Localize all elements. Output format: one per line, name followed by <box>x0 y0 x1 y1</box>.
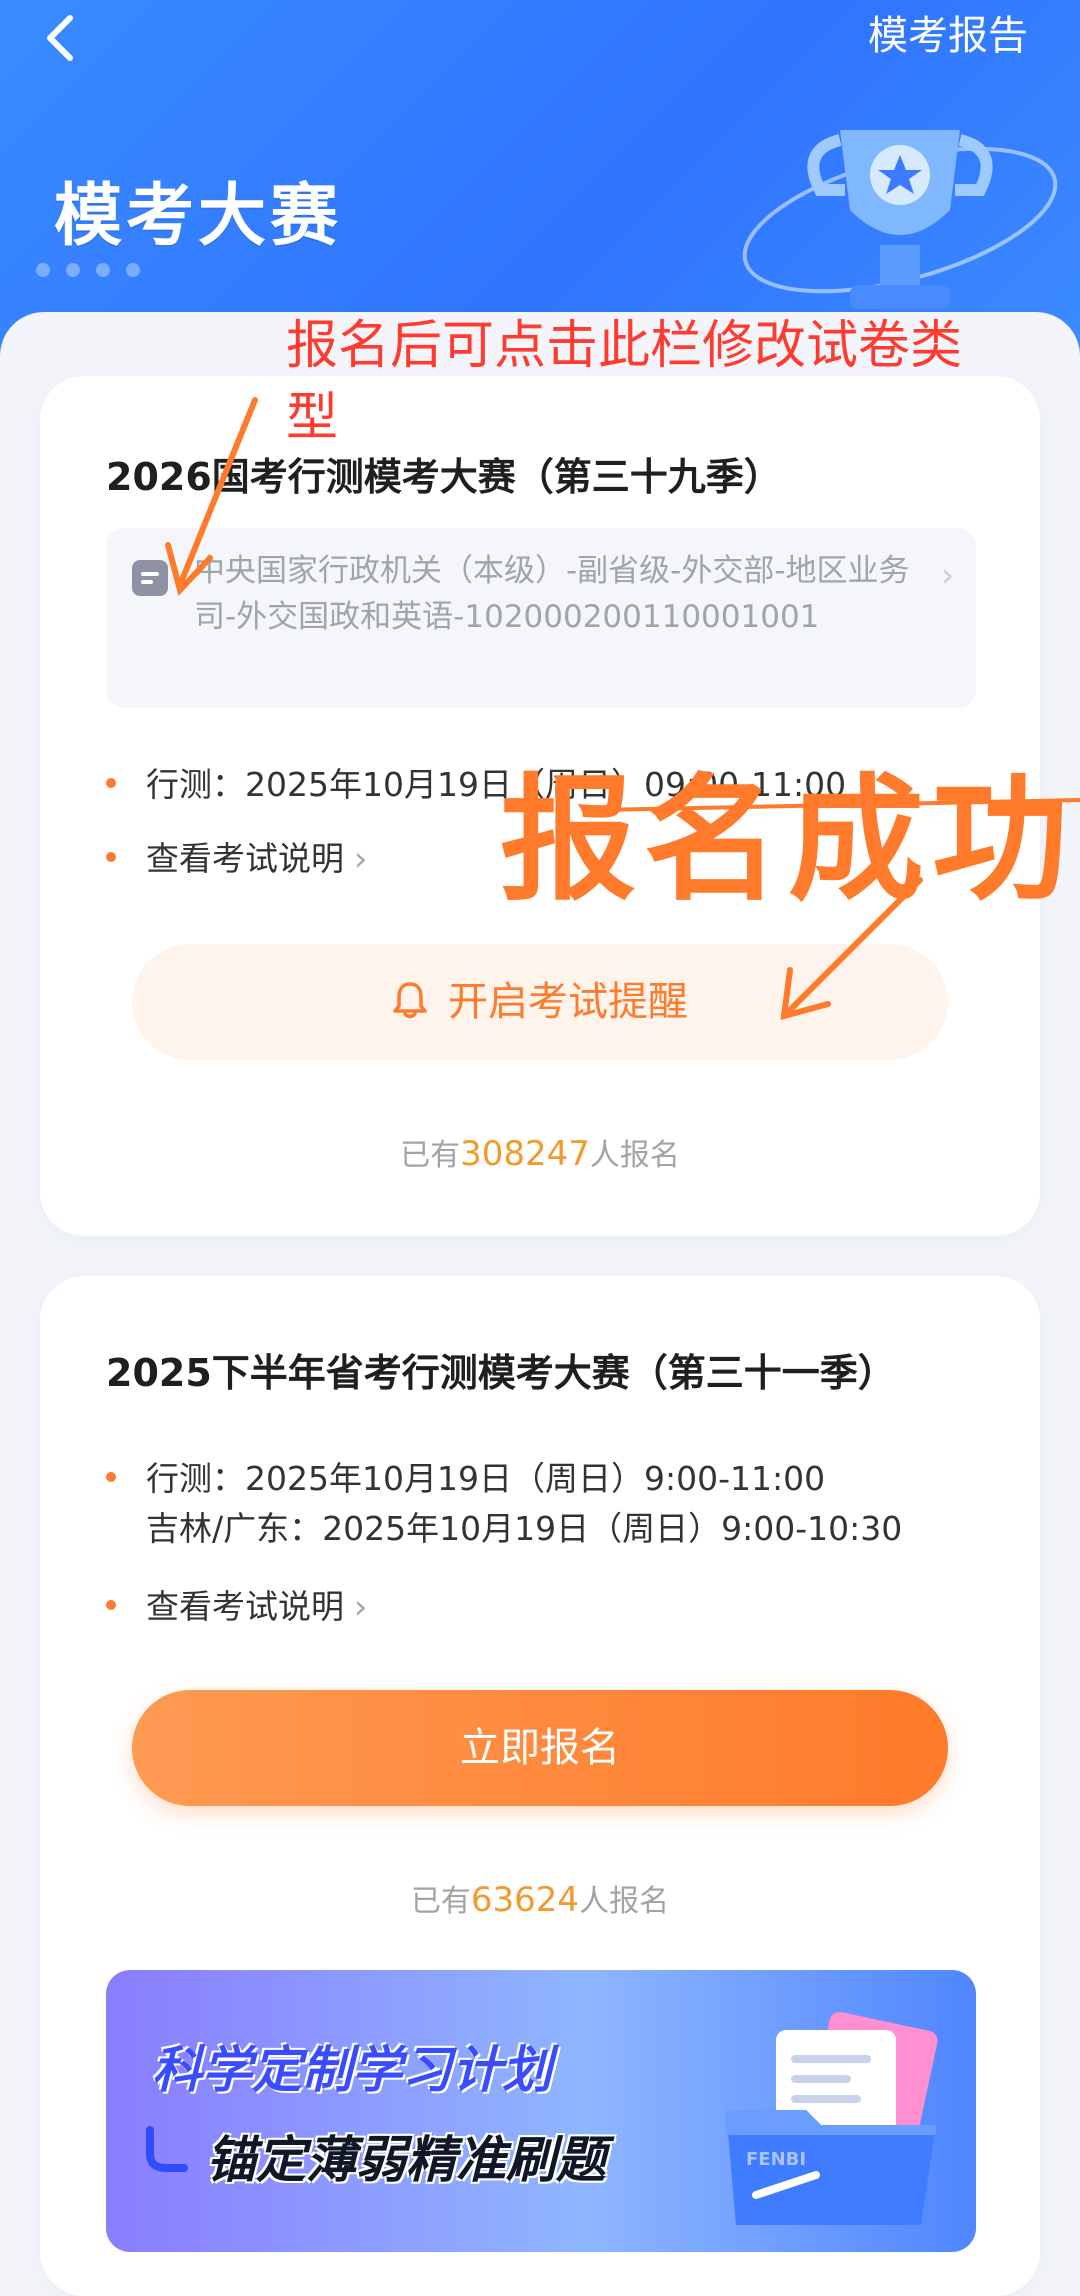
contest-card-2: 2025下半年省考行测模考大赛（第三十一季） 行测：2025年10月19日（周日… <box>40 1276 1040 2296</box>
back-button[interactable] <box>40 8 100 68</box>
annotation-success: 报名成功 <box>500 762 1076 920</box>
banner-subheadline: 锚定薄弱精准刷题 <box>206 2131 606 2189</box>
chevron-left-icon <box>47 15 73 61</box>
chevron-right-icon: › <box>354 1587 368 1626</box>
document-icon <box>132 560 168 596</box>
report-link[interactable]: 模考报告 <box>868 6 1028 66</box>
exam-info-link[interactable]: 查看考试说明 › <box>106 832 367 880</box>
exam-schedule-regional: 吉林/广东：2025年10月19日（周日）9:00-10:30 <box>146 1509 903 1548</box>
signup-button[interactable]: 立即报名 <box>132 1690 948 1806</box>
bell-icon <box>393 982 427 1019</box>
chevron-right-icon: › <box>354 839 368 878</box>
page-title: 模考大赛 <box>54 177 343 256</box>
hook-arrow-icon <box>146 2126 188 2172</box>
signup-count: 已有63624人报名 <box>410 1880 670 1920</box>
decorative-dots <box>36 262 156 282</box>
contest-title: 2025下半年省考行测模考大赛（第三十一季） <box>106 1351 896 1395</box>
paper-type-selector[interactable]: 中央国家行政机关（本级）-副省级-外交部-地区业务司-外交国政和英语-10200… <box>106 528 976 708</box>
bullet-icon <box>106 1599 116 1610</box>
chevron-right-icon: › <box>941 556 954 594</box>
bullet-icon <box>106 777 116 788</box>
exam-schedule: 行测：2025年10月19日（周日）9:00-11:00 <box>106 1452 825 1500</box>
bullet-icon <box>106 851 116 862</box>
study-plan-banner[interactable]: 科学定制学习计划 锚定薄弱精准刷题 FENBI <box>106 1970 976 2252</box>
paper-type-text: 中央国家行政机关（本级）-副省级-外交部-地区业务司-外交国政和英语-10200… <box>194 553 910 635</box>
contest-title: 2026国考行测模考大赛（第三十九季） <box>106 455 782 499</box>
bullet-icon <box>106 1471 116 1482</box>
folder-documents-icon: FENBI <box>726 2011 938 2225</box>
exam-info-link[interactable]: 查看考试说明 › <box>106 1580 367 1628</box>
annotation-hint: 报名后可点击此栏修改试卷类型 <box>286 316 963 448</box>
exam-reminder-button[interactable]: 开启考试提醒 <box>132 944 948 1060</box>
signup-count: 已有308247人报名 <box>400 1134 680 1174</box>
banner-logo: FENBI <box>746 2149 806 2170</box>
banner-headline: 科学定制学习计划 <box>152 2041 552 2099</box>
